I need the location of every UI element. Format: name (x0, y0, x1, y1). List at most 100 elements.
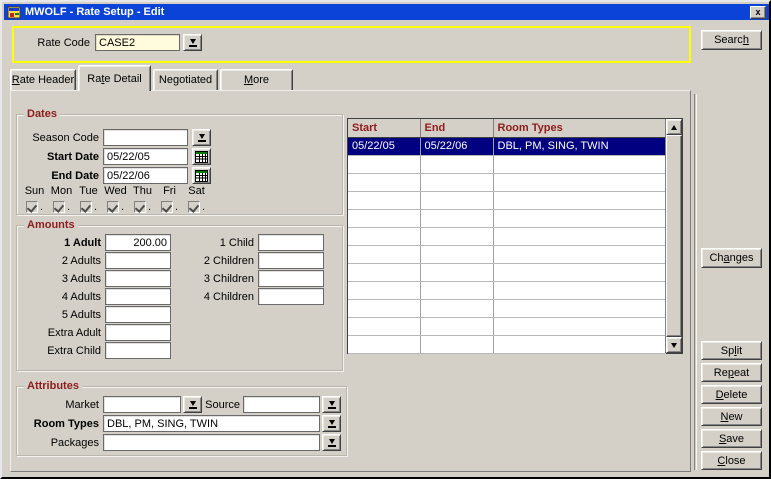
lov-underline-icon (328, 407, 336, 409)
amount-1-child-label: 1 Child (178, 237, 254, 250)
close-window-button[interactable]: x (750, 6, 766, 19)
amount-2-children-input[interactable] (258, 252, 324, 269)
market-lov-button[interactable] (183, 396, 202, 413)
grid-header-room-types: Room Types (493, 119, 665, 137)
market-input[interactable] (103, 396, 181, 413)
chevron-down-icon (199, 134, 205, 139)
day-label: Sat (188, 185, 205, 198)
end-date-label: End Date (20, 170, 99, 183)
grid-row-empty[interactable] (348, 245, 665, 263)
packages-lov-button[interactable] (322, 434, 341, 451)
grid-cell-room-types[interactable]: DBL, PM, SING, TWIN (493, 137, 665, 155)
day-suffix: . (40, 201, 43, 213)
amount-4-adults-input[interactable] (105, 288, 171, 305)
amount-5-adults-label: 5 Adults (20, 309, 101, 322)
amount-extra-child-label: Extra Child (20, 345, 101, 358)
source-input[interactable] (243, 396, 320, 413)
arrow-up-icon (671, 125, 677, 130)
delete-button[interactable]: Delete (701, 385, 762, 404)
season-code-lov-button[interactable] (192, 129, 211, 146)
packages-input[interactable] (103, 434, 320, 451)
chevron-down-icon (329, 401, 335, 406)
grid-row-empty[interactable] (348, 299, 665, 317)
save-button[interactable]: Save (701, 429, 762, 448)
end-date-input[interactable] (103, 167, 188, 184)
day-column-wed: Wed . (102, 185, 129, 213)
grid-row-empty[interactable] (348, 281, 665, 299)
day-label: Thu (133, 185, 152, 198)
end-date-calendar-button[interactable] (192, 167, 211, 184)
search-button[interactable]: Search (701, 30, 762, 50)
tab-rate-header[interactable]: Rate Header (10, 69, 76, 90)
start-date-calendar-button[interactable] (192, 148, 211, 165)
start-date-label: Start Date (20, 151, 99, 164)
packages-label: Packages (20, 437, 99, 450)
room-types-input[interactable] (103, 415, 320, 432)
scroll-down-button[interactable] (666, 337, 682, 353)
grid-row-selected[interactable]: 05/22/05 05/22/06 DBL, PM, SING, TWIN (348, 137, 665, 155)
lov-underline-icon (198, 140, 206, 142)
start-date-input[interactable] (103, 148, 188, 165)
day-suffix: . (202, 201, 205, 213)
changes-button[interactable]: Changes (701, 248, 762, 268)
chevron-down-icon (329, 439, 335, 444)
repeat-button[interactable]: Repeat (701, 363, 762, 382)
amount-extra-child-input[interactable] (105, 342, 171, 359)
amount-3-children-label: 3 Children (178, 273, 254, 286)
chevron-down-icon (190, 401, 196, 406)
rate-code-input[interactable] (95, 34, 180, 51)
grid-row-empty[interactable] (348, 191, 665, 209)
day-checkbox-fri[interactable] (161, 201, 173, 213)
amount-5-adults-input[interactable] (105, 306, 171, 323)
amount-2-adults-label: 2 Adults (20, 255, 101, 268)
day-checkbox-mon[interactable] (53, 201, 65, 213)
amount-2-adults-input[interactable] (105, 252, 171, 269)
amount-extra-adult-input[interactable] (105, 324, 171, 341)
amount-3-adults-input[interactable] (105, 270, 171, 287)
lov-underline-icon (189, 407, 197, 409)
day-checkbox-sun[interactable] (26, 201, 38, 213)
chevron-down-icon (329, 420, 335, 425)
right-divider (694, 94, 697, 470)
tab-rate-detail[interactable]: Rate Detail (78, 65, 151, 91)
day-checkbox-wed[interactable] (107, 201, 119, 213)
scroll-up-button[interactable] (666, 119, 682, 135)
grid-row-empty[interactable] (348, 317, 665, 335)
chevron-down-icon (190, 39, 196, 44)
room-types-lov-button[interactable] (322, 415, 341, 432)
day-column-thu: Thu . (129, 185, 156, 213)
season-code-input[interactable] (103, 129, 188, 146)
grid-scrollbar[interactable] (665, 119, 682, 353)
day-column-sun: Sun . (21, 185, 48, 213)
grid-row-empty[interactable] (348, 155, 665, 173)
amount-3-children-input[interactable] (258, 270, 324, 287)
day-checkbox-sat[interactable] (188, 201, 200, 213)
grid-cell-start[interactable]: 05/22/05 (348, 137, 420, 155)
new-button[interactable]: New (701, 407, 762, 426)
day-checkbox-thu[interactable] (134, 201, 146, 213)
grid-row-empty[interactable] (348, 173, 665, 191)
grid-row-empty[interactable] (348, 335, 665, 353)
day-column-sat: Sat . (183, 185, 210, 213)
source-lov-button[interactable] (322, 396, 341, 413)
grid-row-empty[interactable] (348, 209, 665, 227)
tab-negotiated[interactable]: Negotiated (153, 69, 218, 90)
scroll-thumb[interactable] (666, 135, 682, 337)
lov-underline-icon (189, 45, 197, 47)
day-column-fri: Fri . (156, 185, 183, 213)
grid-row-empty[interactable] (348, 227, 665, 245)
grid-row-empty[interactable] (348, 263, 665, 281)
day-label: Fri (163, 185, 176, 198)
grid-cell-end[interactable]: 05/22/06 (420, 137, 493, 155)
amount-1-adult-input[interactable] (105, 234, 171, 251)
split-button[interactable]: Split (701, 341, 762, 360)
amount-1-child-input[interactable] (258, 234, 324, 251)
room-types-label: Room Types (10, 418, 99, 431)
source-label: Source (204, 399, 240, 412)
tab-more[interactable]: More (220, 69, 293, 90)
amount-extra-adult-label: Extra Adult (20, 327, 101, 340)
rate-code-lov-button[interactable] (183, 34, 202, 51)
amount-4-children-input[interactable] (258, 288, 324, 305)
day-checkbox-tue[interactable] (80, 201, 92, 213)
close-button[interactable]: Close (701, 451, 762, 470)
